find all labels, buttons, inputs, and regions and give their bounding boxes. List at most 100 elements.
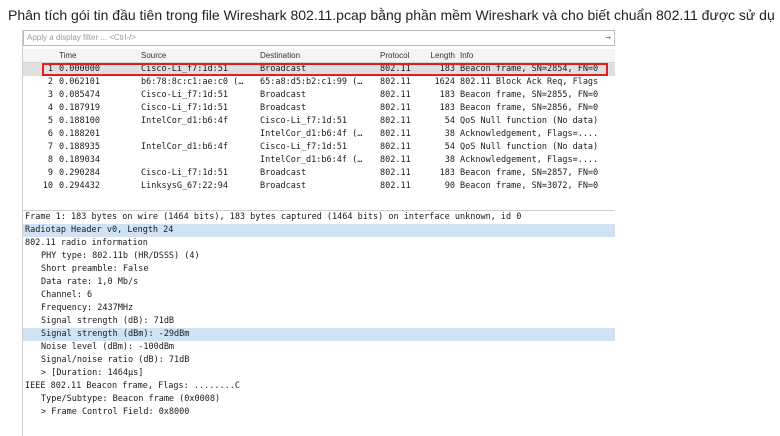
- packet-no: 4: [47, 103, 53, 113]
- packet-length: 54: [444, 142, 455, 152]
- packet-time: 0.188100: [59, 116, 100, 126]
- packet-info: Acknowledgement, Flags=....: [460, 155, 599, 165]
- packet-destination: IntelCor_d1:b6:4f (…: [260, 129, 363, 139]
- packet-length: 90: [444, 181, 455, 191]
- packet-row[interactable]: 4 0.187919 Cisco-Li_f7:1d:51 Broadcast 802.1…: [23, 102, 615, 115]
- packet-row[interactable]: 8 0.189034 IntelCor_d1:b6:4f (… 802.11 38 Ack…: [23, 154, 615, 167]
- packet-length: 183: [439, 103, 455, 113]
- column-header-source[interactable]: Source: [141, 51, 257, 60]
- packet-info: Beacon frame, SN=3072, FN=0: [460, 181, 599, 191]
- packet-time: 0.290284: [59, 168, 100, 178]
- question-text: Phân tích gói tin đầu tiên trong file Wi…: [8, 7, 774, 23]
- packet-no: 2: [47, 77, 53, 87]
- detail-line[interactable]: > [Duration: 1464μs]: [23, 367, 615, 380]
- packet-no: 3: [47, 90, 53, 100]
- highlight-box: [42, 63, 608, 76]
- packet-time: 0.294432: [59, 181, 100, 191]
- packet-protocol: 802.11: [380, 142, 411, 152]
- packet-time: 0.062101: [59, 77, 100, 87]
- packet-source: LinksysG_67:22:94: [141, 181, 228, 191]
- packet-length: 38: [444, 129, 455, 139]
- packet-destination: Broadcast: [260, 168, 307, 178]
- detail-line[interactable]: Signal strength (dB): 71dB: [23, 315, 615, 328]
- packet-row[interactable]: 7 0.188935 IntelCor_d1:b6:4f Cisco-Li_f7:1d…: [23, 141, 615, 154]
- packet-length: 54: [444, 116, 455, 126]
- display-filter-bar[interactable]: Apply a display filter ... <Ctrl-/> →: [23, 30, 615, 46]
- detail-line[interactable]: Data rate: 1,0 Mb/s: [23, 276, 615, 289]
- packet-no: 5: [47, 116, 53, 126]
- packet-time: 0.188935: [59, 142, 100, 152]
- packet-no: 7: [47, 142, 53, 152]
- packet-details-pane: Frame 1: 183 bytes on wire (1464 bits), …: [23, 210, 615, 436]
- detail-line[interactable]: Frequency: 2437MHz: [23, 302, 615, 315]
- packet-source: b6:78:8c:c1:ae:c0 (…: [141, 77, 244, 87]
- display-filter-input[interactable]: Apply a display filter ... <Ctrl-/>: [27, 31, 587, 45]
- packet-time: 0.188201: [59, 129, 100, 139]
- detail-line[interactable]: IEEE 802.11 Beacon frame, Flags: .......…: [23, 380, 615, 393]
- packet-no: 8: [47, 155, 53, 165]
- column-header-info[interactable]: Info: [460, 51, 615, 60]
- packet-destination: 65:a8:d5:b2:c1:99 (…: [260, 77, 363, 87]
- detail-line[interactable]: Signal/noise ratio (dB): 71dB: [23, 354, 615, 367]
- detail-line[interactable]: Short preamble: False: [23, 263, 615, 276]
- detail-line[interactable]: Noise level (dBm): -100dBm: [23, 341, 615, 354]
- detail-line[interactable]: > Frame Control Field: 0x8000: [23, 406, 615, 419]
- packet-destination: IntelCor_d1:b6:4f (…: [260, 155, 363, 165]
- packet-info: QoS Null function (No data): [460, 116, 599, 126]
- packet-source: IntelCor_d1:b6:4f: [141, 142, 228, 152]
- packet-source: Cisco-Li_f7:1d:51: [141, 168, 228, 178]
- packet-destination: Cisco-Li_f7:1d:51: [260, 116, 347, 126]
- packet-info: Acknowledgement, Flags=....: [460, 129, 599, 139]
- detail-line[interactable]: Signal strength (dBm): -29dBm: [23, 328, 615, 341]
- detail-line[interactable]: Radiotap Header v0, Length 24: [23, 224, 615, 237]
- packet-destination: Cisco-Li_f7:1d:51: [260, 142, 347, 152]
- packet-protocol: 802.11: [380, 103, 411, 113]
- packet-length: 1624: [434, 77, 455, 87]
- packet-no: 10: [42, 181, 53, 191]
- packet-list-header: Time Source Destination Protocol Length …: [23, 49, 615, 63]
- packet-source: Cisco-Li_f7:1d:51: [141, 90, 228, 100]
- filter-apply-arrow-icon[interactable]: →: [606, 31, 611, 45]
- detail-line[interactable]: Type/Subtype: Beacon frame (0x0008): [23, 393, 615, 406]
- column-header-protocol[interactable]: Protocol: [380, 51, 424, 60]
- packet-no: 6: [47, 129, 53, 139]
- packet-row[interactable]: 10 0.294432 LinksysG_67:22:94 Broadcast 802.…: [23, 180, 615, 193]
- packet-protocol: 802.11: [380, 155, 411, 165]
- packet-row[interactable]: 2 0.062101 b6:78:8c:c1:ae:c0 (… 65:a8:d5:b2…: [23, 76, 615, 89]
- detail-line[interactable]: 802.11 radio information: [23, 237, 615, 250]
- detail-line[interactable]: PHY type: 802.11b (HR/DSSS) (4): [23, 250, 615, 263]
- packet-destination: Broadcast: [260, 90, 307, 100]
- packet-time: 0.085474: [59, 90, 100, 100]
- packet-destination: Broadcast: [260, 103, 307, 113]
- packet-info: Beacon frame, SN=2856, FN=0: [460, 103, 599, 113]
- packet-length: 183: [439, 90, 455, 100]
- packet-row[interactable]: 6 0.188201 IntelCor_d1:b6:4f (… 802.11 38 Ack…: [23, 128, 615, 141]
- packet-row[interactable]: 5 0.188100 IntelCor_d1:b6:4f Cisco-Li_f7:1d…: [23, 115, 615, 128]
- packet-row[interactable]: 3 0.085474 Cisco-Li_f7:1d:51 Broadcast 802.1…: [23, 89, 615, 102]
- packet-info: 802.11 Block Ack Req, Flags: [460, 77, 599, 87]
- packet-protocol: 802.11: [380, 90, 411, 100]
- packet-source: Cisco-Li_f7:1d:51: [141, 103, 228, 113]
- packet-list: Time Source Destination Protocol Length …: [23, 49, 615, 229]
- wireshark-window: Apply a display filter ... <Ctrl-/> → Ti…: [22, 30, 615, 436]
- packet-destination: Broadcast: [260, 181, 307, 191]
- packet-info: Beacon frame, SN=2855, FN=0: [460, 90, 599, 100]
- packet-time: 0.189034: [59, 155, 100, 165]
- column-header-length[interactable]: Length: [423, 51, 455, 60]
- packet-time: 0.187919: [59, 103, 100, 113]
- column-header-destination[interactable]: Destination: [260, 51, 378, 60]
- packet-protocol: 802.11: [380, 116, 411, 126]
- packet-length: 183: [439, 168, 455, 178]
- packet-row[interactable]: 9 0.290284 Cisco-Li_f7:1d:51 Broadcast 802.1…: [23, 167, 615, 180]
- column-header-time[interactable]: Time: [59, 51, 135, 60]
- packet-source: IntelCor_d1:b6:4f: [141, 116, 228, 126]
- packet-protocol: 802.11: [380, 168, 411, 178]
- detail-line[interactable]: Channel: 6: [23, 289, 615, 302]
- packet-length: 38: [444, 155, 455, 165]
- packet-info: Beacon frame, SN=2857, FN=0: [460, 168, 599, 178]
- packet-protocol: 802.11: [380, 181, 411, 191]
- packet-no: 9: [47, 168, 53, 178]
- detail-line[interactable]: Frame 1: 183 bytes on wire (1464 bits), …: [23, 211, 615, 224]
- packet-protocol: 802.11: [380, 129, 411, 139]
- packet-info: QoS Null function (No data): [460, 142, 599, 152]
